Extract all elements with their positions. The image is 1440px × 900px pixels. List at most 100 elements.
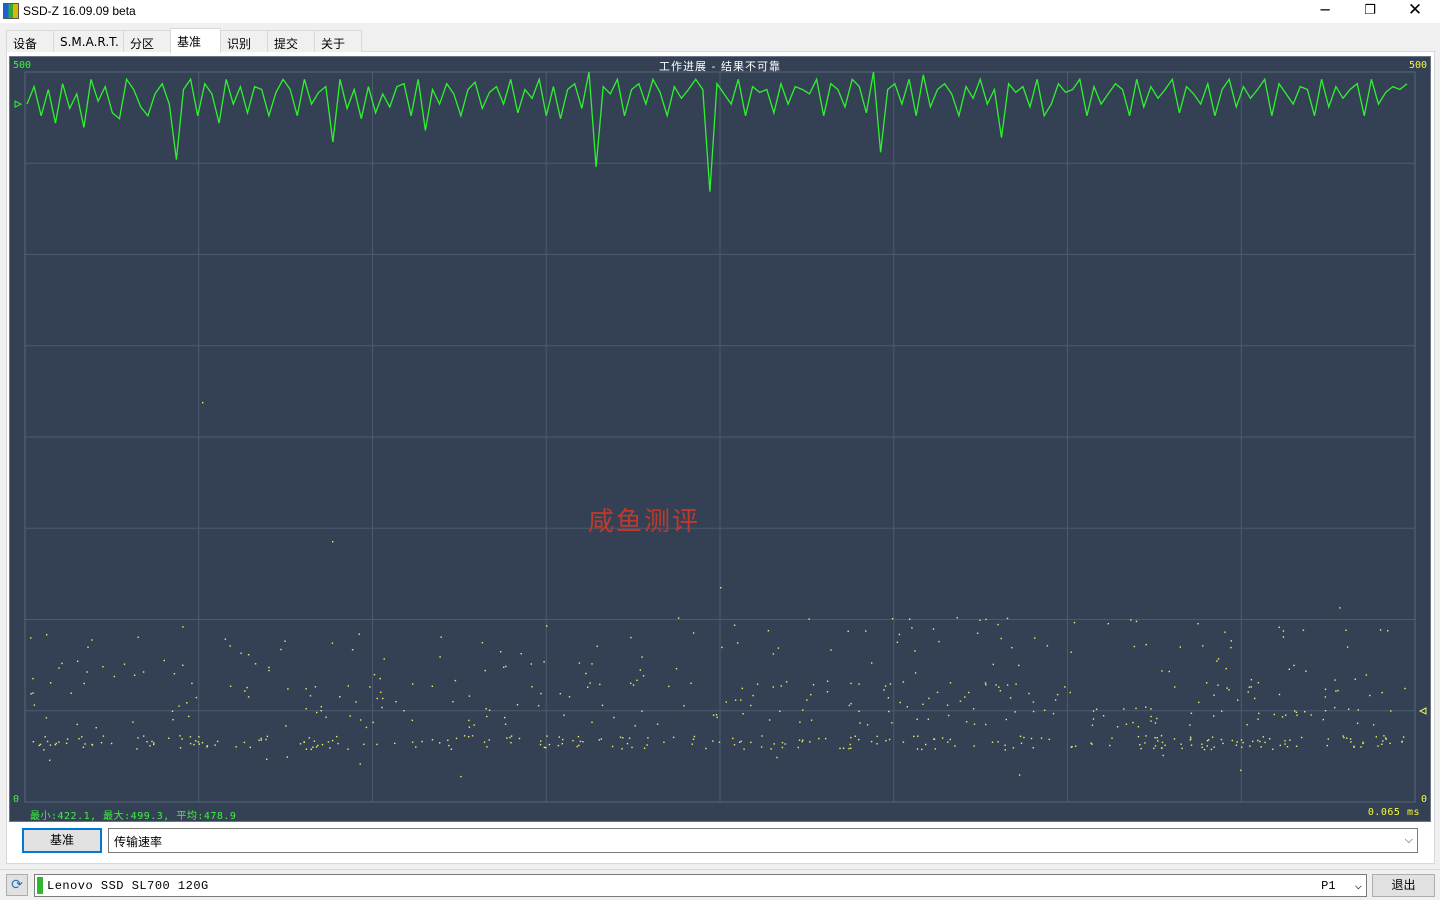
latency-point	[906, 706, 908, 708]
tab-about[interactable]: 关于	[314, 30, 362, 52]
latency-point	[770, 748, 772, 750]
latency-point	[705, 747, 707, 750]
latency-point	[1404, 687, 1406, 690]
app-icon	[3, 3, 19, 19]
latency-point	[998, 686, 1000, 688]
latency-point	[954, 745, 956, 747]
latency-point	[1139, 744, 1141, 746]
tab-submit[interactable]: 提交	[267, 30, 315, 52]
latency-point	[1020, 742, 1023, 744]
tab-partition[interactable]: 分区	[123, 30, 171, 52]
latency-point	[865, 630, 867, 632]
tab-identify[interactable]: 识别	[220, 30, 268, 52]
exit-button[interactable]: 退出	[1372, 874, 1435, 897]
latency-point	[450, 748, 453, 750]
latency-point	[825, 737, 827, 740]
latency-point	[65, 742, 68, 744]
latency-point	[1073, 621, 1076, 624]
latency-point	[1273, 713, 1275, 716]
maximize-button[interactable]: ❐	[1347, 0, 1393, 22]
latency-point	[773, 743, 775, 745]
latency-point	[887, 697, 890, 699]
latency-point	[760, 746, 763, 748]
latency-point	[972, 708, 975, 710]
latency-point	[1286, 746, 1289, 748]
drive-select[interactable]: Lenovo SSD SL700 120G P1 ⌵	[34, 874, 1367, 897]
latency-point	[1339, 607, 1341, 609]
latency-point	[641, 710, 643, 712]
latency-point	[889, 683, 892, 685]
latency-point	[43, 749, 45, 751]
latency-point	[1056, 693, 1059, 696]
latency-point	[1278, 693, 1281, 696]
latency-point	[976, 632, 979, 634]
minimize-button[interactable]: ─	[1302, 0, 1348, 22]
latency-point	[691, 743, 693, 745]
latency-point	[1288, 668, 1290, 670]
latency-point	[850, 747, 852, 749]
latency-point	[1213, 746, 1215, 748]
latency-point	[123, 663, 126, 665]
latency-point	[137, 636, 139, 638]
latency-point	[32, 677, 34, 680]
latency-point	[848, 704, 851, 707]
latency-point	[1349, 738, 1352, 740]
latency-point	[913, 735, 915, 738]
latency-point	[750, 704, 752, 707]
latency-point	[506, 737, 508, 739]
latency-point	[973, 745, 975, 747]
latency-point	[577, 735, 580, 738]
metric-select[interactable]: 传输速率 ⌵	[108, 828, 1418, 853]
latency-point	[320, 706, 322, 708]
latency-point	[601, 704, 604, 706]
latency-point	[720, 587, 722, 589]
latency-point	[1000, 637, 1002, 640]
latency-point	[1381, 743, 1383, 745]
benchmark-button[interactable]: 基准	[22, 828, 102, 853]
latency-point	[585, 672, 587, 675]
latency-point	[543, 661, 545, 663]
latency-point	[1387, 630, 1389, 632]
latency-point	[1295, 711, 1298, 713]
latency-point	[934, 748, 936, 750]
latency-point	[636, 679, 638, 681]
latency-point	[178, 705, 180, 707]
latency-point	[1324, 696, 1327, 698]
latency-point	[797, 746, 799, 749]
latency-point	[486, 715, 488, 718]
latency-point	[339, 696, 341, 698]
latency-point	[1241, 746, 1243, 748]
latency-point	[1278, 626, 1280, 628]
latency-point	[483, 741, 486, 743]
latency-point	[347, 685, 349, 687]
latency-point	[1390, 710, 1392, 712]
latency-point	[1135, 620, 1138, 623]
latency-point	[1240, 769, 1242, 772]
latency-point	[1211, 736, 1214, 738]
latency-point	[363, 743, 365, 745]
latency-point	[1360, 746, 1362, 748]
latency-point	[66, 738, 69, 740]
latency-point	[1161, 741, 1164, 744]
latency-point	[320, 710, 322, 712]
latency-point	[91, 639, 93, 641]
tab-smart[interactable]: S.M.A.R.T.	[53, 30, 124, 52]
latency-point	[1135, 707, 1137, 710]
latency-point	[785, 681, 788, 683]
latency-point	[1372, 724, 1375, 726]
latency-point	[866, 724, 869, 726]
latency-point	[1162, 754, 1164, 757]
latency-point	[1295, 745, 1298, 747]
latency-point	[830, 649, 832, 651]
latency-point	[1257, 739, 1259, 742]
latency-point	[173, 673, 176, 675]
latency-point	[839, 747, 841, 750]
partition-select[interactable]: P1 ⌵	[1321, 878, 1362, 893]
refresh-button[interactable]: ⟳	[6, 874, 28, 896]
latency-point	[486, 746, 488, 748]
latency-point	[947, 741, 949, 743]
tab-benchmark[interactable]: 基准	[170, 28, 221, 53]
tab-device[interactable]: 设备	[6, 30, 54, 52]
latency-point	[198, 743, 200, 745]
close-button[interactable]: ✕	[1392, 0, 1438, 22]
